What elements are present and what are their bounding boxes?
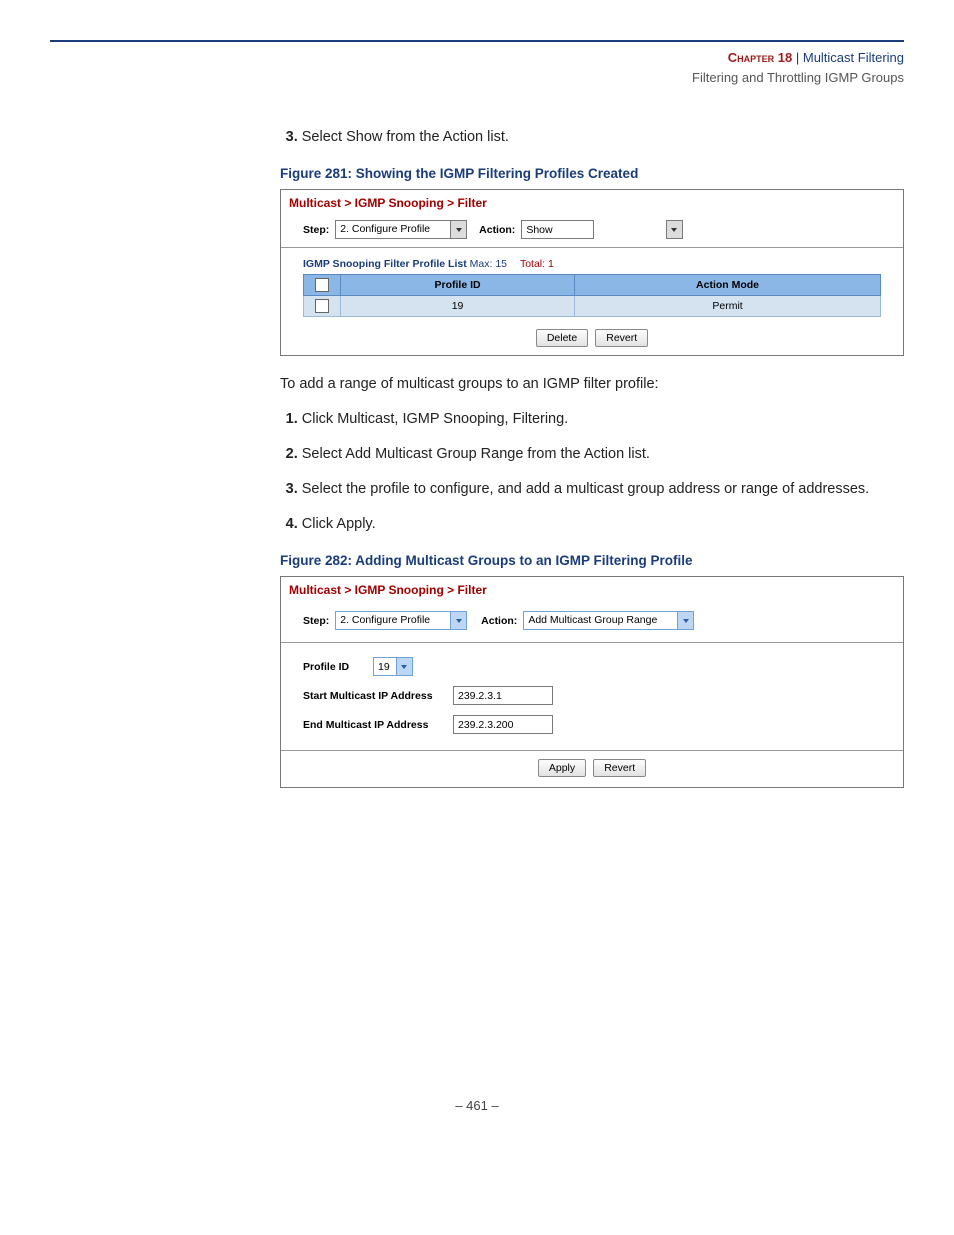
profile-id-value: 19 (374, 661, 396, 673)
revert-button[interactable]: Revert (595, 329, 648, 347)
fig281-step-select[interactable]: 2. Configure Profile (335, 220, 467, 239)
fig281-row-mode: Permit (575, 296, 881, 317)
page-header: Chapter 18 | Multicast Filtering Filteri… (50, 48, 904, 87)
chevron-down-icon (450, 612, 466, 629)
start-ip-label: Start Multicast IP Address (303, 690, 453, 702)
step-3: Select Show from the Action list. (302, 127, 904, 148)
fig281-action-value[interactable]: Show (521, 220, 593, 239)
fig281-list-max: Max: 15 (470, 258, 507, 270)
figure-282-caption: Figure 282: Adding Multicast Groups to a… (280, 553, 904, 568)
fig281-select-all[interactable] (304, 275, 341, 296)
checkbox-icon (315, 278, 329, 292)
chevron-down-icon (396, 658, 412, 675)
step-1: Click Multicast, IGMP Snooping, Filterin… (302, 409, 904, 430)
chapter-title: Multicast Filtering (803, 50, 904, 65)
fig281-action-dropdown[interactable] (666, 220, 683, 239)
step-list-main: Click Multicast, IGMP Snooping, Filterin… (280, 409, 904, 535)
fig282-step-label: Step: (303, 615, 329, 627)
fig281-action-label: Action: (479, 224, 515, 236)
fig281-col-profile: Profile ID (341, 275, 575, 296)
step-4: Click Apply. (302, 514, 904, 535)
fig281-col-mode: Action Mode (575, 275, 881, 296)
delete-button[interactable]: Delete (536, 329, 588, 347)
fig282-step-select[interactable]: 2. Configure Profile (335, 611, 467, 630)
revert-button[interactable]: Revert (593, 759, 646, 777)
page-number: – 461 – (50, 1098, 904, 1113)
chapter-label: Chapter 18 (728, 50, 792, 65)
figure-282: Multicast > IGMP Snooping > Filter Step:… (280, 576, 904, 788)
fig282-action-label: Action: (481, 615, 517, 627)
figure-281-caption: Figure 281: Showing the IGMP Filtering P… (280, 166, 904, 181)
fig282-action-value: Add Multicast Group Range (524, 612, 677, 629)
fig281-list-name: IGMP Snooping Filter Profile List (303, 258, 467, 270)
fig282-step-value: 2. Configure Profile (336, 612, 450, 629)
step-2: Select Add Multicast Group Range from th… (302, 444, 904, 465)
fig281-row-checkbox[interactable] (315, 299, 329, 313)
step-list-top: Select Show from the Action list. (280, 127, 904, 148)
fig281-breadcrumb: Multicast > IGMP Snooping > Filter (281, 190, 903, 218)
end-ip-label: End Multicast IP Address (303, 719, 453, 731)
fig281-table: Profile ID Action Mode 19 Permit (303, 274, 881, 317)
table-row: 19 Permit (304, 296, 881, 317)
start-ip-input[interactable] (453, 686, 553, 705)
profile-id-select[interactable]: 19 (373, 657, 413, 676)
intro-paragraph: To add a range of multicast groups to an… (280, 374, 904, 395)
fig282-breadcrumb: Multicast > IGMP Snooping > Filter (281, 577, 903, 605)
end-ip-input[interactable] (453, 715, 553, 734)
step-3b: Select the profile to configure, and add… (302, 479, 904, 500)
header-sep: | (792, 50, 803, 65)
figure-281: Multicast > IGMP Snooping > Filter Step:… (280, 189, 904, 356)
fig281-row-profile: 19 (341, 296, 575, 317)
header-rule (50, 40, 904, 42)
fig281-list-summary: IGMP Snooping Filter Profile List Max: 1… (281, 248, 903, 274)
fig281-step-value: 2. Configure Profile (336, 221, 450, 238)
section-subtitle: Filtering and Throttling IGMP Groups (50, 68, 904, 88)
apply-button[interactable]: Apply (538, 759, 586, 777)
fig281-step-label: Step: (303, 224, 329, 236)
chevron-down-icon (450, 221, 466, 238)
fig281-list-total: Total: 1 (520, 258, 554, 270)
chevron-down-icon (677, 612, 693, 629)
fig282-action-select[interactable]: Add Multicast Group Range (523, 611, 694, 630)
profile-id-label: Profile ID (303, 661, 373, 673)
